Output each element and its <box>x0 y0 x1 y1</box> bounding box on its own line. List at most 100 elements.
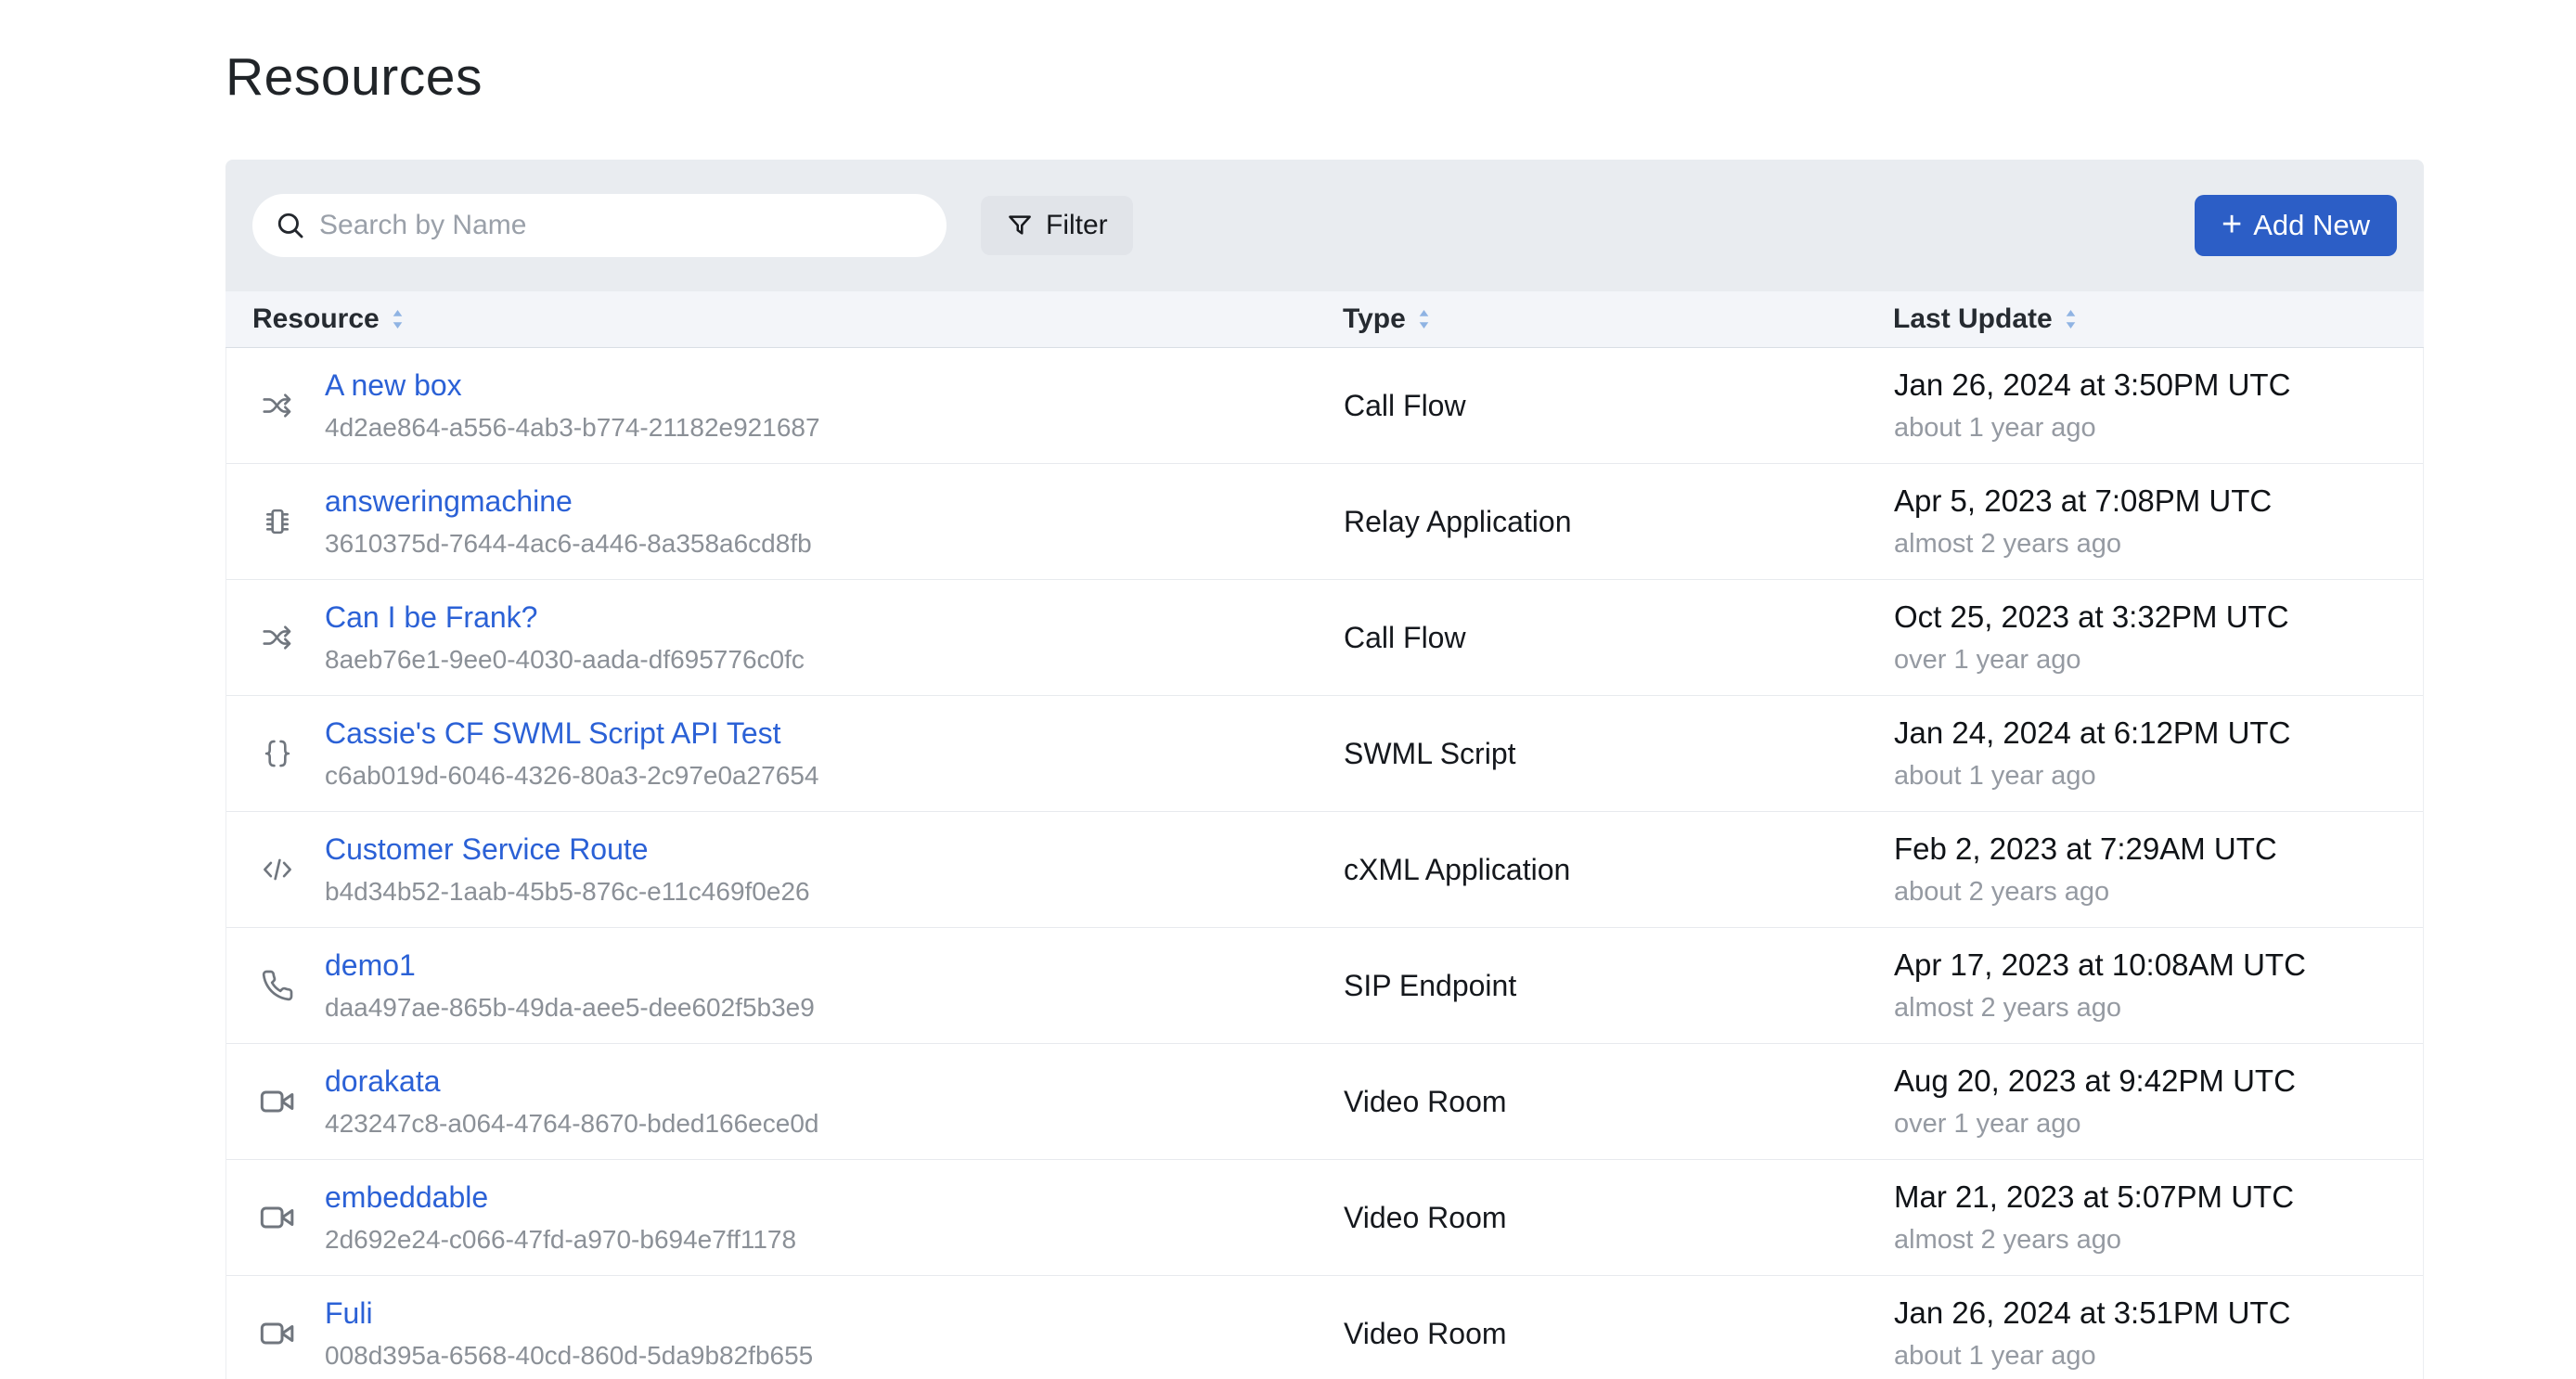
column-header-last-update[interactable]: Last Update <box>1893 303 2424 335</box>
resource-id: 4d2ae864-a556-4ab3-b774-21182e921687 <box>325 415 820 441</box>
resource-cell: dorakata 423247c8-a064-4764-8670-bded166… <box>226 1044 1344 1159</box>
table-row[interactable]: Can I be Frank? 8aeb76e1-9ee0-4030-aada-… <box>226 580 2423 696</box>
update-relative-time: almost 2 years ago <box>1894 995 2423 1022</box>
search-box[interactable] <box>252 194 947 257</box>
table-row[interactable]: answeringmachine 3610375d-7644-4ac6-a446… <box>226 464 2423 580</box>
resource-id: 3610375d-7644-4ac6-a446-8a358a6cd8fb <box>325 531 812 557</box>
filter-funnel-icon <box>1006 212 1034 239</box>
update-timestamp: Oct 25, 2023 at 3:32PM UTC <box>1894 601 2423 634</box>
sort-icon <box>2063 307 2079 331</box>
resource-cell: Fuli 008d395a-6568-40cd-860d-5da9b82fb65… <box>226 1276 1344 1379</box>
resources-page: Resources Filter + Add New <box>0 0 2576 1379</box>
video-camera-icon <box>259 1315 296 1352</box>
resource-id: 423247c8-a064-4764-8670-bded166ece0d <box>325 1111 818 1137</box>
resource-name-link[interactable]: embeddable <box>325 1182 488 1214</box>
resource-id: daa497ae-865b-49da-aee5-dee602f5b3e9 <box>325 995 815 1021</box>
phone-icon <box>259 969 296 1002</box>
update-timestamp: Feb 2, 2023 at 7:29AM UTC <box>1894 833 2423 866</box>
video-camera-icon <box>259 1083 296 1120</box>
filter-label: Filter <box>1046 210 1108 241</box>
update-relative-time: almost 2 years ago <box>1894 531 2423 558</box>
filter-button[interactable]: Filter <box>981 196 1133 255</box>
search-icon <box>275 210 306 241</box>
last-update-cell: Aug 20, 2023 at 9:42PM UTC over 1 year a… <box>1894 1044 2423 1159</box>
page-title: Resources <box>225 46 2576 108</box>
table-header-row: Resource Type Last Update <box>225 291 2424 348</box>
type-cell: SWML Script <box>1344 696 1894 811</box>
resource-id: b4d34b52-1aab-45b5-876c-e11c469f0e26 <box>325 879 810 905</box>
resource-cell: embeddable 2d692e24-c066-47fd-a970-b694e… <box>226 1160 1344 1275</box>
resource-name-link[interactable]: demo1 <box>325 950 416 982</box>
shuffle-icon <box>259 388 296 423</box>
update-timestamp: Apr 17, 2023 at 10:08AM UTC <box>1894 949 2423 982</box>
last-update-cell: Jan 26, 2024 at 3:51PM UTC about 1 year … <box>1894 1276 2423 1379</box>
update-timestamp: Apr 5, 2023 at 7:08PM UTC <box>1894 485 2423 518</box>
type-cell: Video Room <box>1344 1160 1894 1275</box>
column-header-label: Resource <box>252 303 380 335</box>
update-relative-time: about 2 years ago <box>1894 879 2423 906</box>
type-cell: Video Room <box>1344 1044 1894 1159</box>
column-header-label: Last Update <box>1893 303 2053 335</box>
resource-id: 8aeb76e1-9ee0-4030-aada-df695776c0fc <box>325 647 805 673</box>
sort-icon <box>1416 307 1432 331</box>
last-update-cell: Apr 5, 2023 at 7:08PM UTC almost 2 years… <box>1894 464 2423 579</box>
search-input[interactable] <box>319 198 935 253</box>
resource-name-link[interactable]: Can I be Frank? <box>325 602 537 634</box>
resource-id: 008d395a-6568-40cd-860d-5da9b82fb655 <box>325 1343 813 1369</box>
update-timestamp: Aug 20, 2023 at 9:42PM UTC <box>1894 1065 2423 1098</box>
update-timestamp: Jan 24, 2024 at 6:12PM UTC <box>1894 717 2423 750</box>
video-camera-icon <box>259 1199 296 1236</box>
type-cell: Video Room <box>1344 1276 1894 1379</box>
column-header-label: Type <box>1343 303 1406 335</box>
update-relative-time: about 1 year ago <box>1894 763 2423 790</box>
column-header-resource[interactable]: Resource <box>225 303 1343 335</box>
resource-name-link[interactable]: A new box <box>325 370 462 402</box>
resource-name-link[interactable]: Customer Service Route <box>325 834 649 866</box>
table-row[interactable]: Cassie's CF SWML Script API Test c6ab019… <box>226 696 2423 812</box>
resource-name-link[interactable]: answeringmachine <box>325 486 573 518</box>
resource-cell: Cassie's CF SWML Script API Test c6ab019… <box>226 696 1344 811</box>
add-new-label: Add New <box>2253 209 2370 242</box>
resource-cell: A new box 4d2ae864-a556-4ab3-b774-21182e… <box>226 348 1344 463</box>
table-row[interactable]: dorakata 423247c8-a064-4764-8670-bded166… <box>226 1044 2423 1160</box>
type-cell: Call Flow <box>1344 348 1894 463</box>
resource-name-link[interactable]: dorakata <box>325 1066 441 1098</box>
table-row[interactable]: Customer Service Route b4d34b52-1aab-45b… <box>226 812 2423 928</box>
resource-cell: Customer Service Route b4d34b52-1aab-45b… <box>226 812 1344 927</box>
update-relative-time: almost 2 years ago <box>1894 1227 2423 1254</box>
shuffle-icon <box>259 620 296 655</box>
update-relative-time: over 1 year ago <box>1894 1111 2423 1138</box>
chip-icon <box>259 504 296 539</box>
update-relative-time: over 1 year ago <box>1894 647 2423 674</box>
last-update-cell: Oct 25, 2023 at 3:32PM UTC over 1 year a… <box>1894 580 2423 695</box>
update-timestamp: Jan 26, 2024 at 3:50PM UTC <box>1894 369 2423 402</box>
last-update-cell: Jan 24, 2024 at 6:12PM UTC about 1 year … <box>1894 696 2423 811</box>
table-body: A new box 4d2ae864-a556-4ab3-b774-21182e… <box>225 348 2424 1379</box>
last-update-cell: Apr 17, 2023 at 10:08AM UTC almost 2 yea… <box>1894 928 2423 1043</box>
table-toolbar: Filter + Add New <box>225 160 2424 291</box>
add-new-button[interactable]: + Add New <box>2195 195 2397 256</box>
column-header-type[interactable]: Type <box>1343 303 1893 335</box>
update-relative-time: about 1 year ago <box>1894 415 2423 442</box>
resource-cell: Can I be Frank? 8aeb76e1-9ee0-4030-aada-… <box>226 580 1344 695</box>
resources-panel: Filter + Add New Resource Type <box>225 160 2424 1379</box>
table-row[interactable]: A new box 4d2ae864-a556-4ab3-b774-21182e… <box>226 348 2423 464</box>
resource-name-link[interactable]: Cassie's CF SWML Script API Test <box>325 718 781 750</box>
last-update-cell: Jan 26, 2024 at 3:50PM UTC about 1 year … <box>1894 348 2423 463</box>
update-relative-time: about 1 year ago <box>1894 1343 2423 1370</box>
table-row[interactable]: Fuli 008d395a-6568-40cd-860d-5da9b82fb65… <box>226 1276 2423 1379</box>
table-row[interactable]: demo1 daa497ae-865b-49da-aee5-dee602f5b3… <box>226 928 2423 1044</box>
update-timestamp: Mar 21, 2023 at 5:07PM UTC <box>1894 1181 2423 1214</box>
update-timestamp: Jan 26, 2024 at 3:51PM UTC <box>1894 1297 2423 1330</box>
resource-cell: answeringmachine 3610375d-7644-4ac6-a446… <box>226 464 1344 579</box>
resource-id: c6ab019d-6046-4326-80a3-2c97e0a27654 <box>325 763 818 789</box>
resource-name-link[interactable]: Fuli <box>325 1298 373 1330</box>
resource-cell: demo1 daa497ae-865b-49da-aee5-dee602f5b3… <box>226 928 1344 1043</box>
type-cell: Call Flow <box>1344 580 1894 695</box>
type-cell: Relay Application <box>1344 464 1894 579</box>
last-update-cell: Mar 21, 2023 at 5:07PM UTC almost 2 year… <box>1894 1160 2423 1275</box>
table-row[interactable]: embeddable 2d692e24-c066-47fd-a970-b694e… <box>226 1160 2423 1276</box>
code-icon <box>259 852 296 887</box>
sort-icon <box>390 307 406 331</box>
braces-icon <box>259 736 296 771</box>
